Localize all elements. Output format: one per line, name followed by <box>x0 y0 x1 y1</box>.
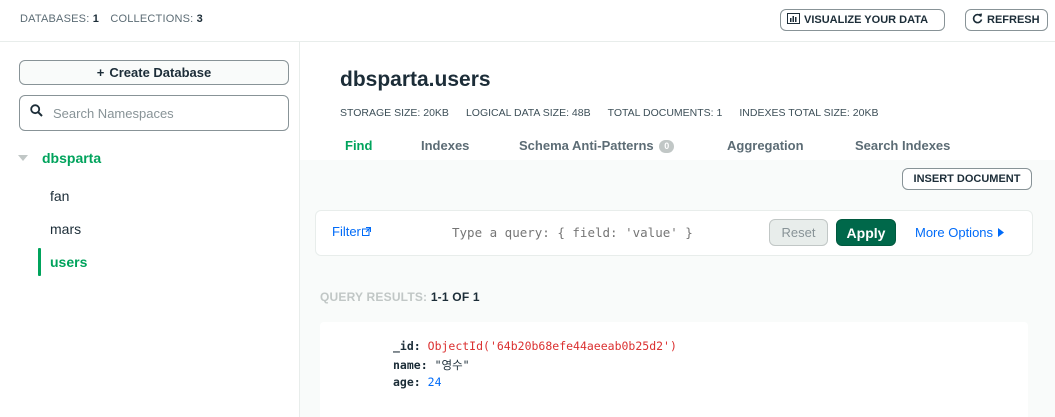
visualize-data-label: VISUALIZE YOUR DATA <box>804 14 929 26</box>
more-options-label: More Options <box>915 225 994 240</box>
sidebar-item-fan[interactable]: fan <box>50 188 69 204</box>
logical-data-size: LOGICAL DATA SIZE: 48B <box>465 107 591 119</box>
create-database-label: Create Database <box>109 65 212 80</box>
tab-schema-anti-patterns[interactable]: Schema Anti-Patterns 0 <box>519 138 675 153</box>
collection-title: dbsparta.users <box>340 68 491 91</box>
field-key: name: <box>393 358 428 372</box>
instance-stats: DATABASES: 1 COLLECTIONS: 3 <box>20 13 203 25</box>
tab-search-indexes[interactable]: Search Indexes <box>855 138 950 153</box>
main-panel: dbsparta.users STORAGE SIZE: 20KB LOGICA… <box>300 42 1055 417</box>
create-database-button[interactable]: + Create Database <box>19 60 289 85</box>
field-value: "영수" <box>434 358 470 372</box>
collection-stats: STORAGE SIZE: 20KB LOGICAL DATA SIZE: 48… <box>340 107 878 119</box>
filter-link[interactable]: Filter <box>332 224 371 239</box>
storage-size: STORAGE SIZE: 20KB <box>340 107 449 119</box>
field-value: 24 <box>427 375 442 389</box>
collections-label: COLLECTIONS: <box>110 13 194 25</box>
search-namespaces[interactable] <box>19 95 289 131</box>
reset-button[interactable]: Reset <box>769 219 828 246</box>
collection-tabs: Find Indexes Schema Anti-Patterns 0 Aggr… <box>300 134 1055 160</box>
total-documents: TOTAL DOCUMENTS: 1 <box>607 107 723 119</box>
databases-count: 1 <box>92 13 100 25</box>
find-content: INSERT DOCUMENT Filter Reset Apply More … <box>300 160 1055 417</box>
query-bar: Filter Reset Apply More Options <box>315 210 1033 256</box>
databases-label: DATABASES: <box>20 13 90 25</box>
plus-icon: + <box>96 65 105 80</box>
refresh-icon <box>972 13 983 27</box>
tab-aggregation[interactable]: Aggregation <box>727 138 804 153</box>
indexes-total-size: INDEXES TOTAL SIZE: 20KB <box>739 107 879 119</box>
field-key: age: <box>393 375 421 389</box>
search-namespaces-input[interactable] <box>53 105 273 121</box>
sidebar-item-dbsparta[interactable]: dbsparta <box>18 149 101 167</box>
insert-document-button[interactable]: INSERT DOCUMENT <box>902 168 1032 190</box>
document-field-age: age: 24 <box>393 375 442 389</box>
database-name: dbsparta <box>42 150 102 166</box>
tab-schema-label: Schema Anti-Patterns <box>519 138 654 153</box>
document-field-id: _id: ObjectId('64b20b68efe44aeeab0b25d2'… <box>393 339 677 353</box>
refresh-label: REFRESH <box>987 14 1040 26</box>
collections-count: 3 <box>196 13 203 25</box>
caret-down-icon[interactable] <box>18 149 28 167</box>
field-value: ObjectId('64b20b68efe44aeeab0b25d2') <box>427 339 677 353</box>
search-icon <box>30 104 43 122</box>
refresh-button[interactable]: REFRESH <box>965 9 1048 31</box>
bar-chart-icon <box>787 13 800 27</box>
count-badge: 0 <box>659 140 675 153</box>
query-results-count: QUERY RESULTS: 1-1 OF 1 <box>320 290 480 304</box>
apply-button[interactable]: Apply <box>836 219 896 246</box>
more-options-button[interactable]: More Options <box>915 225 1005 240</box>
sidebar: + Create Database dbsparta fan mars user… <box>0 42 300 417</box>
tab-indexes[interactable]: Indexes <box>421 138 469 153</box>
document-field-name: name: "영수" <box>393 357 470 373</box>
tab-find[interactable]: Find <box>345 138 372 153</box>
query-results-range: 1-1 OF 1 <box>430 290 480 304</box>
query-results-label: QUERY RESULTS: <box>320 290 428 304</box>
sidebar-item-mars[interactable]: mars <box>50 221 81 237</box>
active-indicator <box>38 248 41 276</box>
sidebar-item-users[interactable]: users <box>50 254 87 270</box>
document-card[interactable]: _id: ObjectId('64b20b68efe44aeeab0b25d2'… <box>320 322 1028 417</box>
query-input[interactable] <box>452 225 752 240</box>
top-bar: DATABASES: 1 COLLECTIONS: 3 VISUALIZE YO… <box>0 0 1055 42</box>
visualize-data-button[interactable]: VISUALIZE YOUR DATA <box>780 9 945 31</box>
filter-label: Filter <box>332 224 361 239</box>
field-key: _id: <box>393 339 421 353</box>
external-link-icon <box>361 224 371 239</box>
caret-right-icon <box>998 225 1005 240</box>
